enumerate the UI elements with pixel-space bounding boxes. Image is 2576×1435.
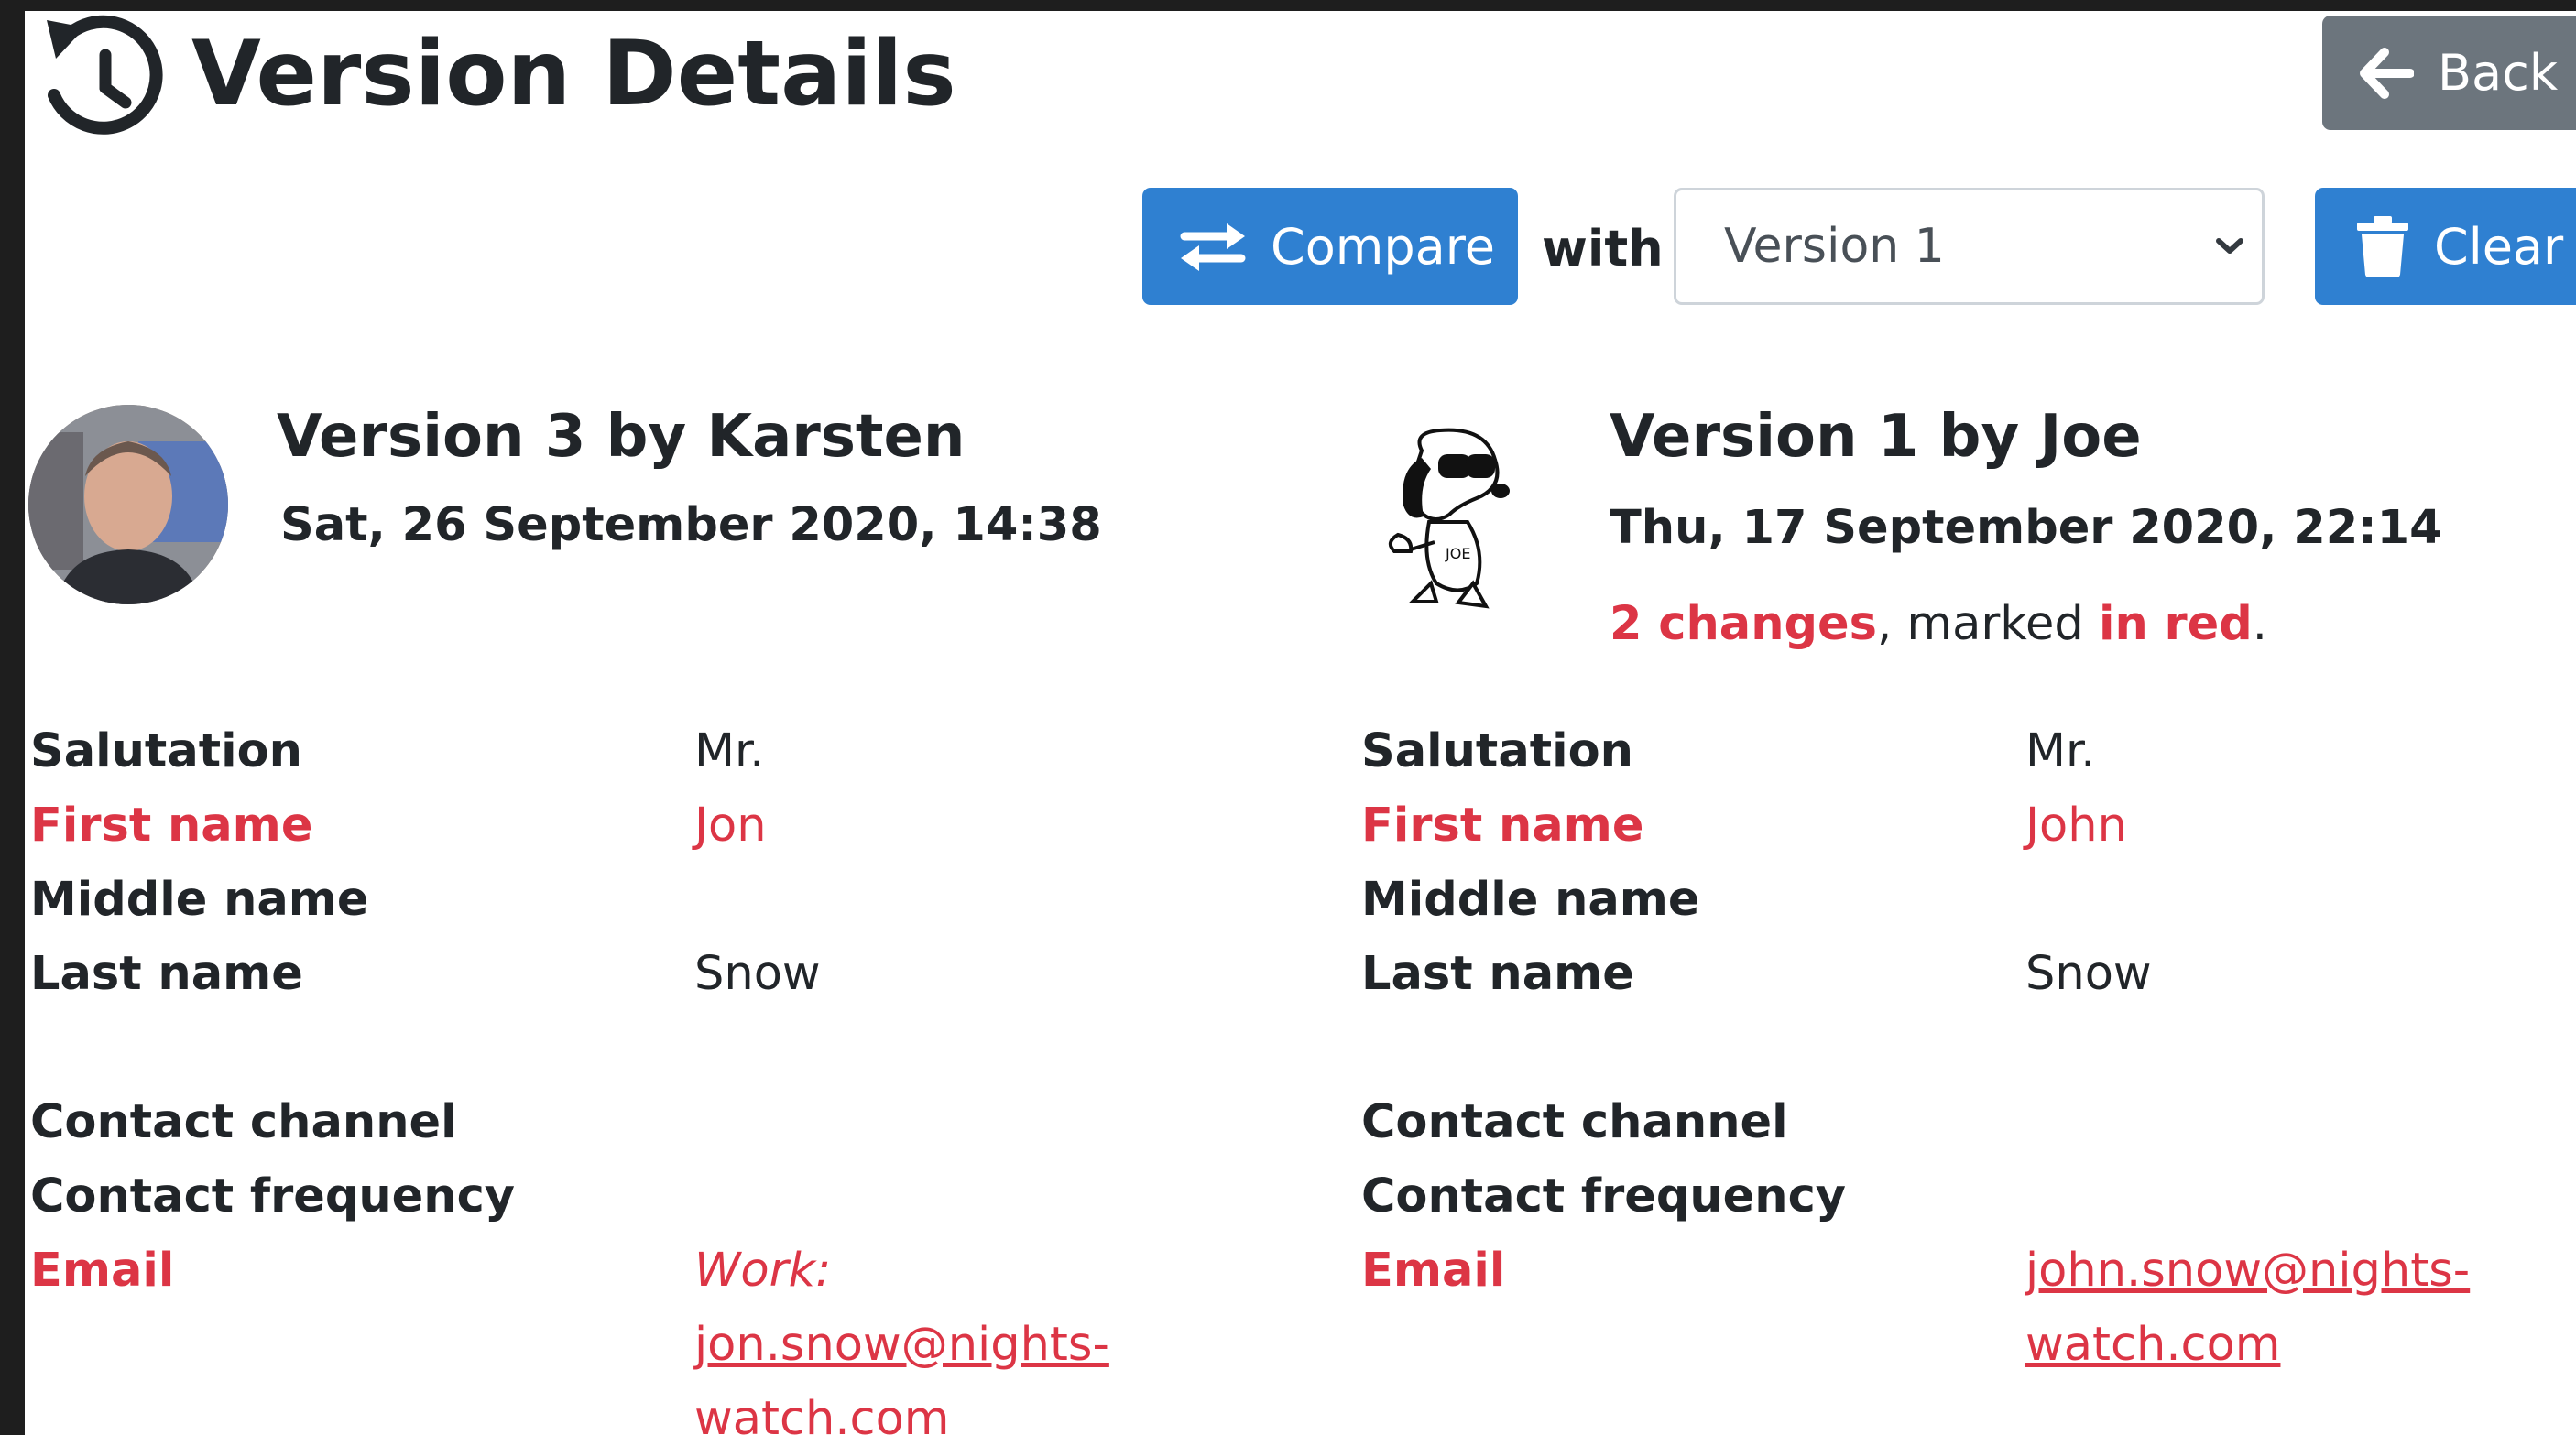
left-first-name-value: Jon [694,799,767,853]
right-email-label: Email [1361,1244,1506,1298]
right-version-date: Thu, 17 September 2020, 22:14 [1610,501,2442,555]
left-first-name-label: First name [30,799,313,853]
left-contact-frequency-label: Contact frequency [30,1169,516,1223]
version-details-page: Version Details Back Compare with Versio… [25,11,2576,1435]
trash-icon [2357,216,2408,277]
arrow-left-icon [2360,47,2414,99]
clear-button[interactable]: Clear [2315,188,2576,305]
joe-cool-avatar: JOE [1388,428,1510,609]
right-middle-name-label: Middle name [1361,873,1700,927]
swap-arrows-icon [1180,223,1246,271]
right-contact-frequency-label: Contact frequency [1361,1169,1847,1223]
right-email-link-line2[interactable]: watch.com [2025,1321,2280,1368]
right-first-name-value: John [2025,799,2127,853]
changes-mid-text: , marked [1876,597,2099,651]
left-last-name-label: Last name [30,947,303,1001]
right-last-name-label: Last name [1361,947,1634,1001]
right-salutation-value: Mr. [2025,724,2096,778]
right-last-name-value: Snow [2025,947,2152,1001]
compare-button[interactable]: Compare [1142,188,1518,305]
changes-end-text: . [2252,597,2267,651]
left-salutation-label: Salutation [30,724,302,778]
left-email-link-line2[interactable]: watch.com [694,1396,949,1435]
changes-summary: 2 changes, marked in red. [1610,597,2267,651]
compare-button-label: Compare [1271,217,1495,276]
back-button[interactable]: Back [2322,16,2576,130]
avatar-photo [28,405,228,604]
right-first-name-label: First name [1361,799,1644,853]
with-label: with [1542,220,1664,277]
changes-red-text: in red [2098,597,2253,651]
left-version-title: Version 3 by Karsten [277,403,966,471]
svg-text:JOE: JOE [1445,545,1470,562]
clear-button-label: Clear [2434,217,2564,276]
back-button-label: Back [2438,44,2559,102]
left-email-link-line1[interactable]: jon.snow@nights- [694,1321,1109,1368]
changes-count: 2 changes [1610,597,1877,651]
page-title: Version Details [191,22,956,126]
avatar-karsten [28,405,228,604]
left-middle-name-label: Middle name [30,873,369,927]
right-version-title: Version 1 by Joe [1610,403,2142,471]
version-select-value: Version 1 [1724,219,1945,274]
left-contact-channel-label: Contact channel [30,1095,457,1149]
right-salutation-label: Salutation [1361,724,1633,778]
left-version-date: Sat, 26 September 2020, 14:38 [280,498,1102,552]
left-last-name-value: Snow [694,947,821,1001]
right-contact-channel-label: Contact channel [1361,1095,1788,1149]
version-select[interactable]: Version 1 [1674,188,2265,305]
left-email-label: Email [30,1244,175,1298]
left-email-type: Work: [694,1244,832,1298]
left-salutation-value: Mr. [694,724,765,778]
history-icon [47,15,163,135]
right-email-link-line1[interactable]: john.snow@nights- [2025,1247,2470,1294]
chevron-down-icon [2216,238,2243,254]
